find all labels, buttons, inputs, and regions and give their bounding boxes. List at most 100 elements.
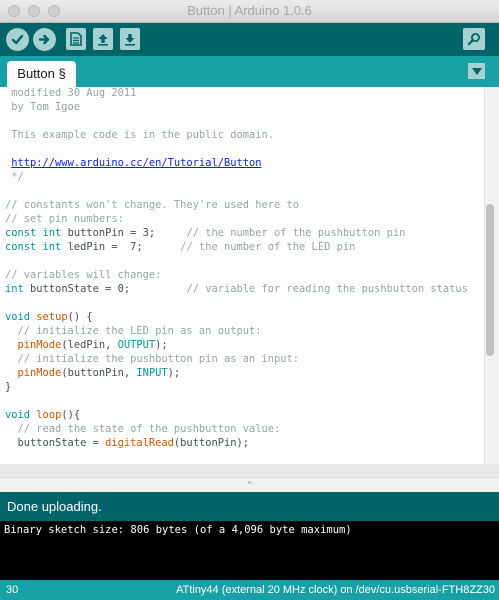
code-token: (ledPin, bbox=[61, 339, 118, 351]
arrow-up-icon bbox=[98, 34, 108, 46]
code-line: pinMode(ledPin, OUTPUT); bbox=[5, 338, 468, 352]
code-line: void setup() { bbox=[5, 310, 468, 324]
code-token: void bbox=[5, 409, 31, 421]
code-token: // set pin numbers: bbox=[5, 213, 124, 225]
tab-menu-button[interactable] bbox=[468, 63, 485, 79]
code-token: int bbox=[42, 227, 62, 239]
window-title: Button | Arduino 1.0.6 bbox=[187, 3, 312, 18]
code-token: ledPin = 7; bbox=[61, 241, 181, 253]
console-output[interactable]: Binary sketch size: 806 bytes (of a 4,09… bbox=[0, 521, 499, 580]
footer-bar: 30 ATtiny44 (external 20 MHz clock) on /… bbox=[0, 580, 499, 600]
code-token: int bbox=[42, 241, 62, 253]
code-token: // initialize the pushbutton pin as an i… bbox=[5, 353, 300, 365]
code-token: digitalRead bbox=[105, 437, 174, 449]
code-token: () { bbox=[67, 311, 93, 323]
code-line: by Tom Igoe bbox=[5, 100, 468, 114]
checkmark-icon bbox=[11, 34, 24, 45]
code-line: int buttonState = 0; // variable for rea… bbox=[5, 282, 468, 296]
code-line: This example code is in the public domai… bbox=[5, 128, 468, 142]
status-message: Done uploading. bbox=[7, 499, 102, 514]
code-link[interactable]: http://www.arduino.cc/en/Tutorial/Button bbox=[11, 157, 261, 169]
code-token: */ bbox=[5, 171, 24, 183]
code-token: (buttonPin, bbox=[61, 367, 137, 379]
code-token: // variables will change: bbox=[5, 269, 162, 281]
verify-button[interactable] bbox=[6, 28, 29, 51]
code-line: void loop(){ bbox=[5, 408, 468, 422]
code-line: // initialize the LED pin as an output: bbox=[5, 324, 468, 338]
board-port-info: ATtiny44 (external 20 MHz clock) on /dev… bbox=[176, 584, 495, 596]
code-token: // constants won't change. They're used … bbox=[5, 199, 300, 211]
serial-monitor-button[interactable] bbox=[463, 28, 485, 50]
triangle-down-icon bbox=[471, 67, 482, 75]
code-line: http://www.arduino.cc/en/Tutorial/Button bbox=[5, 156, 468, 170]
code-line: */ bbox=[5, 170, 468, 184]
code-line: // initialize the pushbutton pin as an i… bbox=[5, 352, 468, 366]
code-token: buttonState = bbox=[5, 437, 106, 449]
code-line: // constants won't change. They're used … bbox=[5, 198, 468, 212]
line-number: 30 bbox=[6, 584, 19, 596]
code-text: modified 30 Aug 2011 by Tom Igoe This ex… bbox=[5, 87, 468, 464]
code-line: // set pin numbers: bbox=[5, 212, 468, 226]
code-token: setup bbox=[36, 311, 68, 323]
tab-strip: Button § bbox=[0, 56, 499, 87]
code-line: const int buttonPin = 3; // the number o… bbox=[5, 226, 468, 240]
tab-button-sketch[interactable]: Button § bbox=[7, 61, 76, 87]
open-sketch-button[interactable] bbox=[93, 28, 113, 50]
editor-console-splitter[interactable]: ⌃ bbox=[0, 477, 499, 493]
code-token: // the number of the pushbutton pin bbox=[186, 227, 406, 239]
arrow-right-icon bbox=[38, 34, 50, 45]
document-icon bbox=[70, 32, 82, 46]
code-token: (buttonPin); bbox=[173, 437, 249, 449]
editor-scrollbar-thumb[interactable] bbox=[486, 204, 494, 356]
code-token: // the number of the LED pin bbox=[180, 241, 356, 253]
code-token: void bbox=[5, 311, 31, 323]
code-line: buttonState = digitalRead(buttonPin); bbox=[5, 436, 468, 450]
code-line: // variables will change: bbox=[5, 268, 468, 282]
upload-button[interactable] bbox=[33, 28, 56, 51]
code-token: // variable for reading the pushbutton s… bbox=[186, 283, 468, 295]
code-token: by Tom Igoe bbox=[5, 101, 81, 113]
splitter-grip-icon: ⌃ bbox=[245, 480, 254, 490]
code-token: INPUT bbox=[136, 367, 168, 379]
code-token: (){ bbox=[61, 409, 81, 421]
save-sketch-button[interactable] bbox=[120, 28, 140, 50]
code-token: buttonPin = 3; bbox=[61, 227, 187, 239]
title-bar: Button | Arduino 1.0.6 bbox=[0, 0, 499, 23]
code-token: pinMode bbox=[17, 367, 62, 379]
code-token: This example code is in the public domai… bbox=[5, 129, 274, 141]
code-token: ); bbox=[167, 367, 181, 379]
toolbar bbox=[0, 23, 499, 56]
code-token: // read the state of the pushbutton valu… bbox=[5, 423, 281, 435]
code-line: } bbox=[5, 380, 468, 394]
code-editor[interactable]: modified 30 Aug 2011 by Tom Igoe This ex… bbox=[0, 87, 484, 464]
code-token: loop bbox=[36, 409, 62, 421]
code-line: modified 30 Aug 2011 bbox=[5, 87, 468, 100]
new-sketch-button[interactable] bbox=[66, 28, 86, 50]
console-line: Binary sketch size: 806 bytes (of a 4,09… bbox=[4, 524, 352, 536]
code-token: const bbox=[5, 241, 37, 253]
code-token: modified 30 Aug 2011 bbox=[5, 87, 137, 99]
code-token: pinMode bbox=[17, 339, 62, 351]
code-token: ); bbox=[155, 339, 168, 351]
status-bar: Done uploading. bbox=[0, 492, 499, 521]
code-token: OUTPUT bbox=[117, 339, 156, 351]
code-line: // read the state of the pushbutton valu… bbox=[5, 422, 468, 436]
magnifier-icon bbox=[467, 33, 480, 46]
arrow-down-icon bbox=[125, 34, 135, 46]
code-token: buttonState = 0; bbox=[23, 283, 187, 295]
code-token: int bbox=[5, 283, 24, 295]
code-token: // initialize the LED pin as an output: bbox=[5, 325, 262, 337]
code-line: const int ledPin = 7; // the number of t… bbox=[5, 240, 468, 254]
code-token: } bbox=[5, 381, 12, 393]
code-token: const bbox=[5, 227, 37, 239]
code-line: pinMode(buttonPin, INPUT); bbox=[5, 366, 468, 380]
